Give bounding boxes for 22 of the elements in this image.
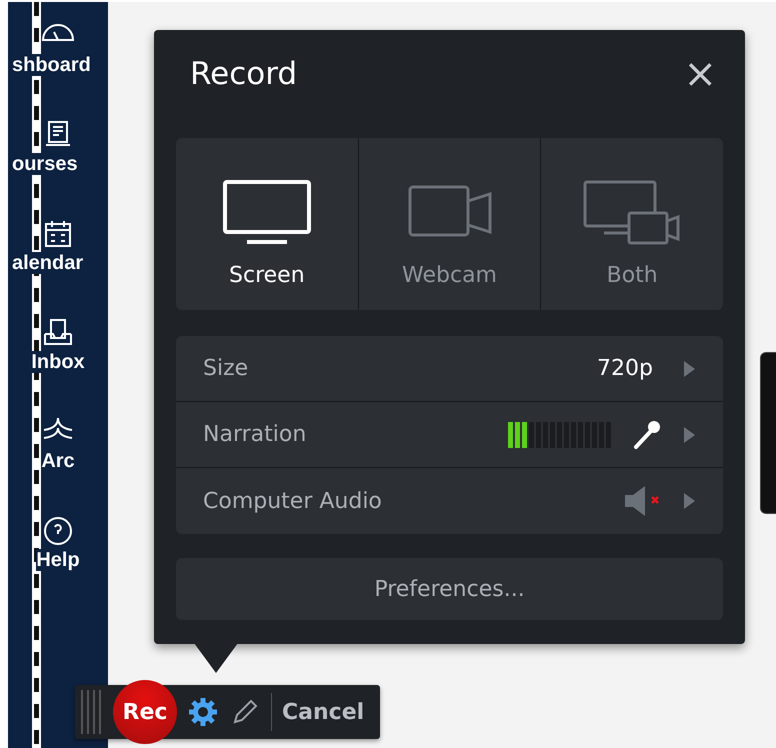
preferences-button[interactable]: Preferences... bbox=[176, 558, 723, 620]
mode-button[interactable]: Both bbox=[541, 138, 723, 310]
settings-icon[interactable] bbox=[187, 696, 219, 728]
close-button[interactable]: × bbox=[677, 54, 723, 94]
setting-value: 720p bbox=[597, 356, 653, 381]
setting-label: Size bbox=[203, 356, 248, 381]
nav-link[interactable]: Inbox bbox=[31, 351, 85, 373]
microphone-icon bbox=[631, 418, 663, 450]
mode-button[interactable]: Webcam bbox=[358, 138, 542, 310]
setting-label: Computer Audio bbox=[203, 488, 382, 514]
chevron-icon bbox=[683, 493, 695, 509]
record-button[interactable]: Rec bbox=[113, 680, 177, 744]
mode-button[interactable]: Screen bbox=[176, 138, 359, 310]
dialog-title: Record bbox=[190, 56, 298, 92]
nav-link[interactable]: Help bbox=[36, 549, 80, 571]
settings-row[interactable]: Computer Audio bbox=[176, 468, 723, 534]
cancel-button[interactable]: Cancel bbox=[282, 700, 364, 724]
setting-label: Narration bbox=[203, 422, 306, 447]
settings-row[interactable]: Narration bbox=[176, 402, 723, 468]
settings-row[interactable]: Size 720p bbox=[176, 336, 723, 402]
chevron-icon bbox=[683, 360, 695, 376]
chevron-icon bbox=[683, 426, 695, 442]
